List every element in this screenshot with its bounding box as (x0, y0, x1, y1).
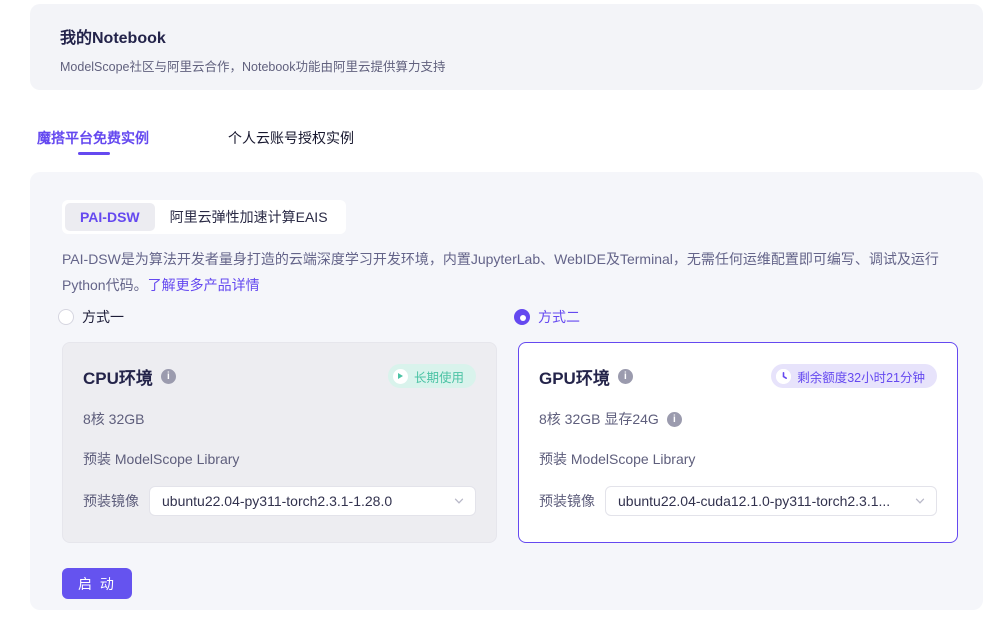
cpu-spec: 8核 32GB (83, 409, 476, 429)
product-tab-group: PAI-DSW 阿里云弹性加速计算EAIS (62, 200, 346, 234)
cpu-image-label: 预装镜像 (83, 491, 139, 511)
gpu-image-row: 预装镜像 ubuntu22.04-cuda12.1.0-py311-torch2… (539, 486, 937, 516)
info-icon[interactable]: i (161, 369, 176, 384)
page-subtitle: ModelScope社区与阿里云合作，Notebook功能由阿里云提供算力支持 (60, 56, 446, 75)
cpu-card-title: CPU环境 (83, 364, 153, 389)
gpu-library: 预装 ModelScope Library (539, 449, 937, 469)
gpu-spec: 8核 32GB 显存24G (539, 409, 659, 429)
gpu-image-label: 预装镜像 (539, 491, 595, 511)
radio-method-two[interactable]: 方式二 (514, 307, 580, 327)
active-tab-underline (78, 152, 110, 155)
cpu-image-value: ubuntu22.04-py311-torch2.3.1-1.28.0 (162, 493, 445, 509)
notebook-header: 我的Notebook ModelScope社区与阿里云合作，Notebook功能… (30, 4, 983, 90)
tab-eais[interactable]: 阿里云弹性加速计算EAIS (155, 203, 343, 231)
gpu-card-header: GPU环境 i 剩余额度32小时21分钟 (539, 363, 937, 389)
tab-pai-dsw[interactable]: PAI-DSW (65, 203, 155, 231)
radio-unchecked-icon (58, 309, 74, 325)
radio-checked-icon (514, 309, 530, 325)
tab-free-instance[interactable]: 魔搭平台免费实例 (37, 128, 149, 148)
play-icon (393, 369, 408, 384)
clock-icon (776, 369, 791, 384)
gpu-quota-badge: 剩余额度32小时21分钟 (771, 364, 937, 388)
radio-method-two-label: 方式二 (538, 307, 580, 327)
cpu-status-badge: 长期使用 (388, 364, 476, 388)
method-radio-row: 方式一 方式二 (30, 307, 983, 327)
chevron-down-icon (914, 495, 926, 507)
cpu-image-row: 预装镜像 ubuntu22.04-py311-torch2.3.1-1.28.0 (83, 486, 476, 516)
gpu-image-value: ubuntu22.04-cuda12.1.0-py311-torch2.3.1.… (618, 493, 906, 509)
product-description: PAI-DSW是为算法开发者量身打造的云端深度学习开发环境，内置JupyterL… (62, 246, 954, 298)
instance-panel: PAI-DSW 阿里云弹性加速计算EAIS PAI-DSW是为算法开发者量身打造… (30, 172, 983, 610)
info-icon[interactable]: i (618, 369, 633, 384)
chevron-down-icon (453, 495, 465, 507)
gpu-environment-card[interactable]: GPU环境 i 剩余额度32小时21分钟 8核 32GB 显存24G i 预装 … (518, 342, 958, 543)
cpu-card-header: CPU环境 i 长期使用 (83, 363, 476, 389)
tab-bar: 魔搭平台免费实例 个人云账号授权实例 (0, 126, 1000, 160)
launch-button[interactable]: 启 动 (62, 568, 132, 599)
cpu-badge-label: 长期使用 (414, 367, 464, 386)
radio-method-one[interactable]: 方式一 (58, 307, 124, 327)
gpu-card-title: GPU环境 (539, 364, 610, 389)
more-details-link[interactable]: 了解更多产品详情 (148, 277, 260, 293)
info-icon[interactable]: i (667, 412, 682, 427)
cpu-library: 预装 ModelScope Library (83, 449, 476, 469)
gpu-image-select[interactable]: ubuntu22.04-cuda12.1.0-py311-torch2.3.1.… (605, 486, 937, 516)
page-title: 我的Notebook (60, 24, 166, 48)
gpu-badge-label: 剩余额度32小时21分钟 (797, 367, 925, 386)
radio-method-one-label: 方式一 (82, 307, 124, 327)
tab-personal-cloud-instance[interactable]: 个人云账号授权实例 (228, 128, 354, 148)
cpu-image-select[interactable]: ubuntu22.04-py311-torch2.3.1-1.28.0 (149, 486, 476, 516)
gpu-spec-row: 8核 32GB 显存24G i (539, 409, 937, 429)
cpu-environment-card[interactable]: CPU环境 i 长期使用 8核 32GB 预装 ModelScope Libra… (62, 342, 497, 543)
